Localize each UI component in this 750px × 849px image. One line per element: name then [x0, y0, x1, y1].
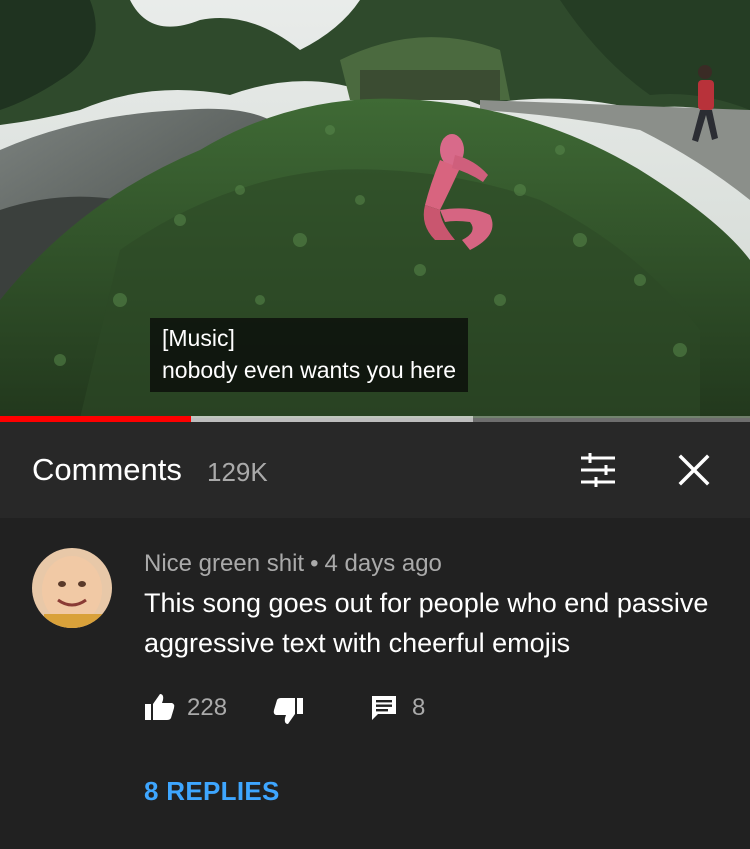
- author-avatar-image: [32, 548, 112, 628]
- comment-reply-icon: [372, 696, 396, 720]
- close-comments-button[interactable]: [676, 452, 712, 488]
- comments-title: Comments: [32, 452, 182, 487]
- video-player[interactable]: [Music] nobody even wants you here: [0, 0, 750, 418]
- meta-separator: •: [310, 550, 319, 577]
- like-button[interactable]: 228: [144, 688, 234, 728]
- thumbs-up-icon: [145, 694, 175, 720]
- comment-text: This song goes out for people who end pa…: [144, 588, 709, 658]
- comments-header: Comments 129K: [0, 422, 750, 519]
- comment-author[interactable]: Nice green shit: [144, 550, 304, 577]
- caption-line-2: nobody even wants you here: [162, 357, 457, 383]
- view-replies-button[interactable]: 8 REPLIES: [144, 776, 280, 807]
- sort-filter-icon: [581, 453, 615, 487]
- comment-meta: Nice green shit • 4 days ago: [144, 550, 442, 578]
- reply-count: 8: [412, 694, 426, 721]
- sort-filter-button[interactable]: [578, 450, 618, 490]
- comment-item: Nice green shit • 4 days ago This song goe…: [0, 518, 750, 849]
- reply-button[interactable]: 8: [370, 688, 430, 728]
- avatar[interactable]: [32, 548, 112, 628]
- close-icon: [678, 454, 710, 486]
- dislike-button[interactable]: [272, 688, 308, 728]
- video-caption: [Music] nobody even wants you here: [150, 318, 469, 392]
- comments-count: 129K: [207, 457, 268, 487]
- thumbs-down-icon: [273, 698, 303, 724]
- like-count: 228: [187, 694, 228, 721]
- comment-time: 4 days ago: [324, 550, 442, 577]
- caption-line-1: [Music]: [162, 325, 235, 351]
